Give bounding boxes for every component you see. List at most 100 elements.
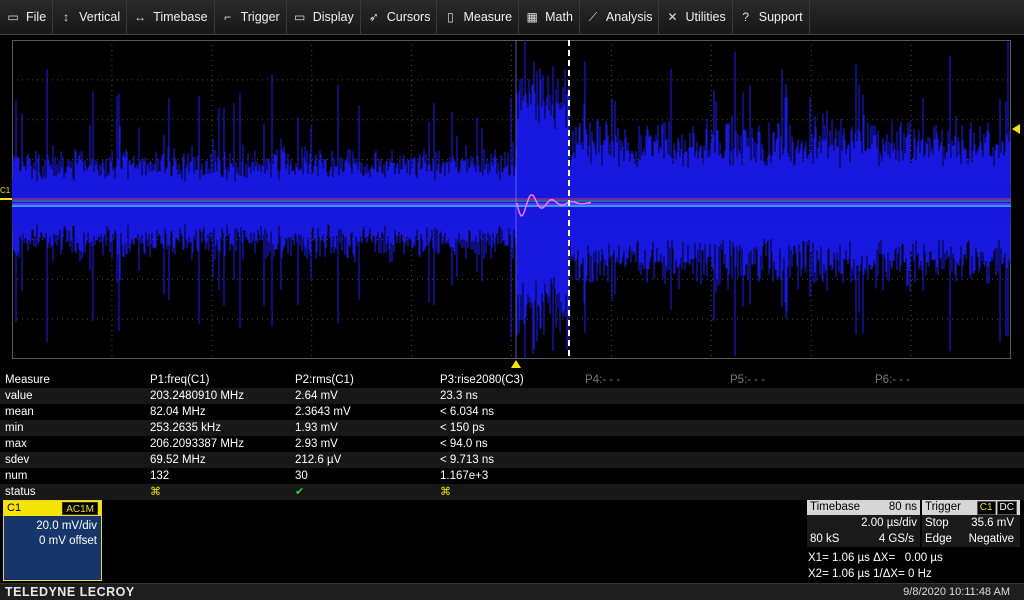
measure-row-mean: mean 82.04 MHz 2.3643 mV < 6.034 ns [0,404,1024,420]
menu-label: File [26,10,47,24]
wrench-icon: ✕ [667,10,678,24]
menu-bar: ▭ File ↕ Vertical ↔ Timebase ⌐ Trigger ▭ Display ➶… [0,0,1024,35]
menu-analysis[interactable]: ⟋ Analysis [580,0,660,35]
measure-icon: ▯ [447,10,454,24]
trigger-mode: Stop [925,517,949,529]
measure-row-label: num [5,470,28,482]
file-icon: ▭ [7,10,19,24]
menu-label: Cursors [386,10,431,24]
display-icon: ▭ [294,10,306,24]
date-time: 9/8/2020 10:11:48 AM [903,586,1010,598]
cursors-icon: ➶ [368,10,379,24]
sample-count: 80 kS [810,533,840,545]
waveform-display [12,40,1011,359]
measure-param-1[interactable]: P1:freq(C1) [150,372,209,388]
measure-cell-p1: 69.52 MHz [150,454,206,466]
measure-param-2[interactable]: P2:rms(C1) [295,372,354,388]
measure-cell-p3: ⌘ [440,486,451,498]
menu-label: Utilities [685,10,726,24]
measure-row-status: status ⌘ ✔ ⌘ [0,484,1024,500]
channel-marker-label: C1 [0,186,11,195]
trigger-icon: ⌐ [224,10,232,24]
vertical-arrows-icon: ↕ [63,10,70,24]
trigger-level-marker[interactable] [1012,124,1020,134]
menu-math[interactable]: ▦ Math [519,0,580,35]
menu-label: Measure [463,10,513,24]
help-icon: ? [742,10,750,24]
measure-cell-p1: 253.2635 kHz [150,422,221,434]
cursor-readout: X1= 1.06 µs ΔX= 0.00 µs X2= 1.06 µs 1/ΔX… [808,550,943,582]
measure-table: Measure P1:freq(C1) P2:rms(C1) P3:rise2080(… [0,372,1024,500]
measure-row-max: max 206.2093387 MHz 2.93 mV < 94.0 ns [0,436,1024,452]
measure-cell-p2: 2.3643 mV [295,406,351,418]
trigger-title: Trigger [925,501,961,513]
trigger-descriptor[interactable]: Trigger C1 DC Stop 35.6 mV Edge Negative [922,500,1020,547]
menu-utilities[interactable]: ✕ Utilities [659,0,733,35]
measure-cell-p1: 82.04 MHz [150,406,206,418]
measure-param-5[interactable]: P5:- - - [730,372,765,388]
trigger-slope: Negative [968,533,1014,545]
trigger-coupling-badge: DC [996,501,1017,515]
vertical-offset: 0 mV offset [39,535,97,547]
measure-cell-p2: 2.93 mV [295,438,338,450]
menu-trigger[interactable]: ⌐ Trigger [215,0,287,35]
menu-cursors[interactable]: ➶ Cursors [361,0,438,35]
menu-vertical[interactable]: ↕ Vertical [53,0,128,35]
measure-cell-p1: 206.2093387 MHz [150,438,244,450]
measure-header-row: Measure P1:freq(C1) P2:rms(C1) P3:rise2080(… [0,372,1024,388]
trigger-position-marker[interactable] [511,360,521,368]
sample-rate: 4 GS/s [878,533,914,545]
measure-cell-p2: 30 [295,470,308,482]
timebase-title: Timebase [810,501,861,513]
menu-display[interactable]: ▭ Display [287,0,361,35]
measure-cell-p3: 23.3 ns [440,390,478,402]
measure-cell-p1: 132 [150,470,170,482]
time-per-div: 2.00 µs/div [861,517,917,529]
measure-cell-p2: ✔ [295,486,305,498]
timebase-delay: 80 ns [888,501,917,513]
measure-row-sdev: sdev 69.52 MHz 212.6 µV < 9.713 ns [0,452,1024,468]
measure-row-label: min [5,422,24,434]
channel-marker-line [0,198,12,200]
vertical-scale: 20.0 mV/div [36,520,97,532]
status-bar: TELEDYNE LECROY 9/8/2020 10:11:48 AM [0,583,1024,600]
measure-param-4[interactable]: P4:- - - [585,372,620,388]
measure-param-6[interactable]: P6:- - - [875,372,910,388]
measure-row-label: sdev [5,454,30,466]
measure-row-min: min 253.2635 kHz 1.93 mV < 150 ps [0,420,1024,436]
measure-cell-p2: 2.64 mV [295,390,338,402]
menu-support[interactable]: ? Support [733,0,810,35]
menu-file[interactable]: ▭ File [0,0,54,35]
measure-title: Measure [5,374,50,386]
measure-cell-p1: 203.2480910 MHz [150,390,244,402]
menu-measure[interactable]: ▯ Measure [437,0,520,35]
timebase-descriptor[interactable]: Timebase 80 ns 2.00 µs/div 80 kS 4 GS/s [807,500,920,547]
menu-label: Timebase [153,10,208,24]
waveform-c1-core [12,185,1011,221]
channel-c1-marker[interactable]: C1 [0,186,12,200]
waveform-grid[interactable] [12,40,1011,359]
trigger-level: 35.6 mV [971,517,1014,529]
analysis-icon: ⟋ [588,9,598,24]
measure-cell-p3: < 94.0 ns [440,438,488,450]
menu-label: Analysis [605,10,653,24]
measure-row-num: num 132 30 1.167e+3 [0,468,1024,484]
trigger-source-badge: C1 [976,501,996,515]
coupling-badge: AC1M [62,502,98,515]
menu-label: Support [758,10,803,24]
measure-param-3[interactable]: P3:rise2080(C3) [440,372,524,388]
measure-cell-p3: 1.167e+3 [440,470,489,482]
menu-label: Math [545,10,573,24]
measure-cell-p3: < 6.034 ns [440,406,495,418]
menu-timebase[interactable]: ↔ Timebase [127,0,215,35]
channel-name: C1 [7,502,22,514]
cursor-x1-readout: X1= 1.06 µs ΔX= 0.00 µs [808,552,943,564]
horizontal-arrows-icon: ↔ [134,10,147,24]
measure-cell-p1: ⌘ [150,486,161,498]
measure-row-label: status [5,486,36,498]
channel-c1-descriptor[interactable]: C1 AC1M 20.0 mV/div 0 mV offset [3,500,102,581]
measure-cell-p2: 1.93 mV [295,422,338,434]
trigger-type: Edge [925,533,952,545]
menu-label: Display [312,10,354,24]
measure-row-label: value [5,390,33,402]
